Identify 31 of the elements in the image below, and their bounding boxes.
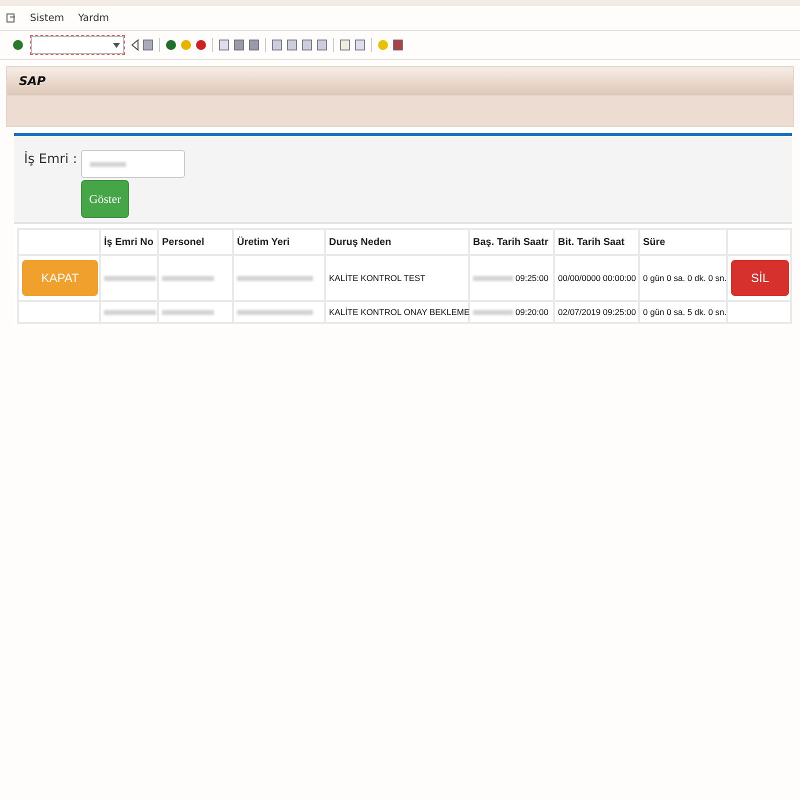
table-cell: 0 gün 0 sa. 0 dk. 0 sn. (639, 255, 727, 301)
table-cell: 09:25:00 (515, 273, 548, 283)
field-label: İş Emri : (24, 150, 78, 169)
input-field[interactable] (81, 150, 186, 178)
table-cell: 00/00/0000 00:00:00 (554, 255, 639, 301)
menu-item[interactable]: Sistem (30, 12, 64, 24)
table-cell: 0 gün 0 sa. 5 dk. 0 sn. (639, 301, 727, 323)
column-header: İş Emri No (100, 229, 158, 255)
table-cell: 09:20:00 (515, 307, 548, 317)
redacted-text (473, 276, 513, 281)
redacted-text (104, 276, 156, 281)
redacted-text (162, 310, 214, 315)
caret-icon[interactable] (113, 42, 120, 48)
redacted-text (162, 276, 214, 281)
title: SAP (19, 74, 46, 88)
table-cell: KALİTE KONTROL ONAY BEKLEME (325, 301, 469, 323)
column-header: Bit. Tarih Saat (554, 229, 639, 255)
column-header: Duruş Neden (325, 229, 469, 255)
menu-item[interactable]: Yardm (78, 12, 110, 24)
delete-button[interactable]: SİL (731, 260, 789, 296)
column-header: Süre (639, 229, 727, 255)
redacted-text (104, 310, 156, 315)
column-header: Üretim Yeri (233, 229, 325, 255)
table-cell: 02/07/2019 09:25:00 (554, 301, 639, 323)
show-button[interactable]: Göster (81, 180, 130, 218)
table-cell: KALİTE KONTROL TEST (325, 255, 469, 301)
command-field[interactable] (31, 36, 124, 54)
column-header: Personel (158, 229, 233, 255)
triangle-icon[interactable] (131, 39, 139, 51)
redacted-text (473, 310, 513, 315)
column-header: Baş. Tarih Saatr (469, 229, 554, 255)
